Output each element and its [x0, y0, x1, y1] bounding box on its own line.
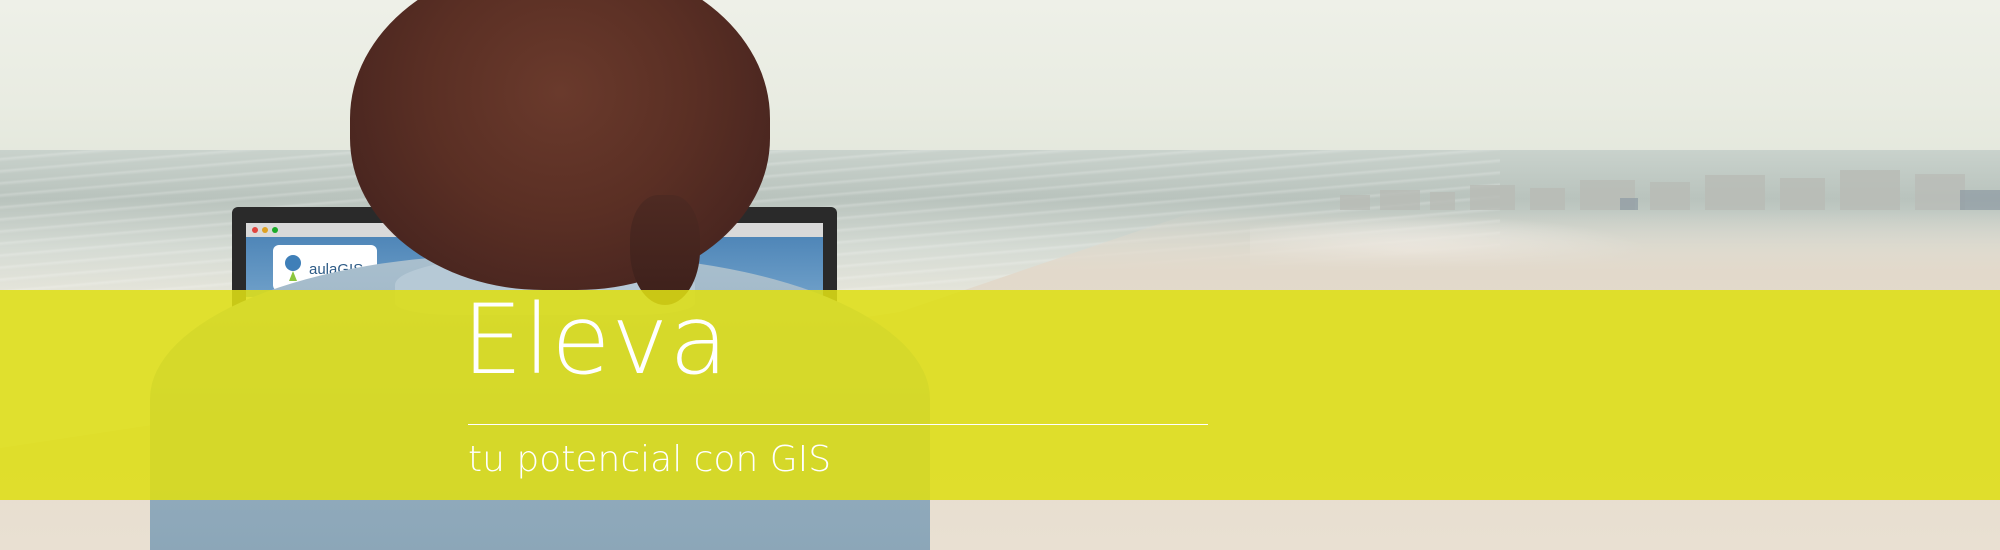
- sky-background: [0, 0, 2000, 170]
- distant-houses: [1340, 170, 2000, 210]
- tagline: tu potencial con GIS: [468, 439, 832, 480]
- headline: Eleva: [462, 284, 730, 396]
- yellow-overlay-band: [0, 290, 2000, 500]
- hero-banner: aulaGIS Eleva tu potencial con GIS: [0, 0, 2000, 550]
- maximize-dot-icon: [272, 227, 278, 233]
- headline-divider: [468, 424, 1208, 425]
- close-dot-icon: [252, 227, 258, 233]
- woman-hair: [350, 0, 770, 290]
- minimize-dot-icon: [262, 227, 268, 233]
- globe-icon: [285, 255, 301, 281]
